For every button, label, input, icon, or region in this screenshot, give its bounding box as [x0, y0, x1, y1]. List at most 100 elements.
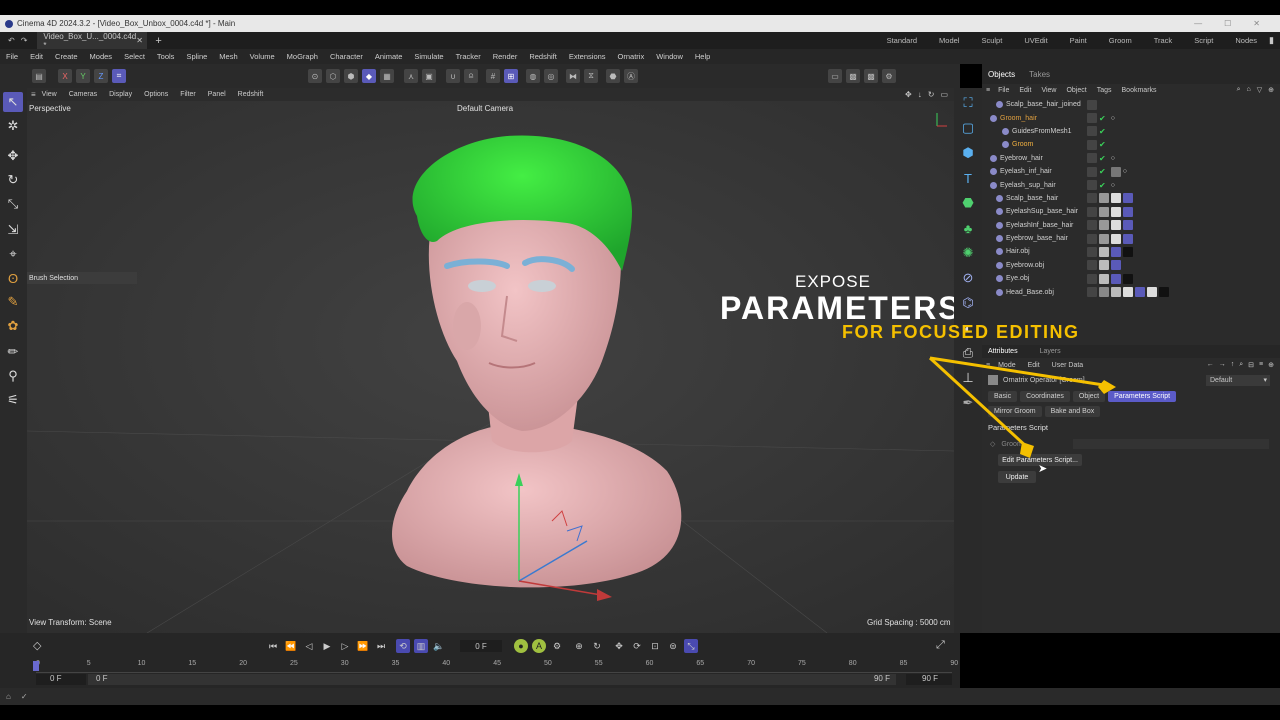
tab-close-icon[interactable]: ✕	[136, 36, 143, 45]
tag-icon[interactable]	[1087, 246, 1097, 257]
render-settings-icon[interactable]: ⚙	[882, 69, 896, 83]
layout-tab-paint[interactable]: Paint	[1070, 36, 1087, 45]
tag-icon[interactable]	[1087, 99, 1097, 110]
edges-mode-icon[interactable]: ⬡	[326, 69, 340, 83]
select-tool-icon[interactable]: ↖	[3, 92, 23, 112]
soft-selection-icon[interactable]: ▣	[422, 69, 436, 83]
timeline-expand-icon[interactable]: ⤢	[936, 639, 945, 652]
visibility-dot-icon[interactable]: ○	[1111, 182, 1115, 189]
tag-icon[interactable]	[1087, 260, 1097, 271]
rotation-key-icon[interactable]: ↻	[590, 639, 604, 653]
scene-icon[interactable]: ⌬	[958, 293, 978, 313]
back-icon[interactable]: ←	[1207, 361, 1214, 369]
menu-character[interactable]: Character	[330, 52, 363, 61]
object-row[interactable]: Groom_hair ✔ ○	[982, 111, 1280, 124]
brush-tool-icon[interactable]: ✲	[3, 116, 23, 136]
tag-icon[interactable]	[1099, 233, 1109, 244]
groom-field-input[interactable]	[1072, 439, 1269, 449]
tag-icon[interactable]	[1111, 220, 1121, 231]
viewport-menu-icon[interactable]: ≡	[31, 90, 36, 99]
enabled-check-icon[interactable]: ✔	[1099, 127, 1106, 136]
tag-icon[interactable]	[1087, 273, 1097, 284]
camera-object-icon[interactable]: ⛶	[958, 93, 978, 113]
axis-y-button[interactable]: Y	[76, 69, 90, 83]
material-tool-icon[interactable]: ✿	[3, 316, 23, 336]
object-row[interactable]: Eyelash_sup_hair ✔ ○	[982, 178, 1280, 191]
knife-tool-icon[interactable]: ⚟	[3, 390, 23, 410]
undo-history-icon[interactable]: ▤	[32, 69, 46, 83]
menu-render[interactable]: Render	[493, 52, 518, 61]
tag-icon[interactable]	[1111, 206, 1121, 217]
layout-tab-nodes[interactable]: Nodes	[1235, 36, 1257, 45]
tag-icon[interactable]: ⊥	[958, 368, 978, 388]
objects-menu-file[interactable]: File	[998, 87, 1009, 94]
render-queue-icon[interactable]: ▩	[864, 69, 878, 83]
menu-simulate[interactable]: Simulate	[414, 52, 443, 61]
tag-icon[interactable]	[1111, 233, 1121, 244]
cube-object-icon[interactable]: ⬢	[958, 143, 978, 163]
tag-icon[interactable]	[1099, 206, 1109, 217]
menu-tools[interactable]: Tools	[157, 52, 175, 61]
scale-tool-icon[interactable]: ⤡	[3, 194, 23, 214]
move-tool-icon[interactable]: ✥	[3, 146, 23, 166]
menu-select[interactable]: Select	[124, 52, 145, 61]
visibility-dot-icon[interactable]: ○	[1111, 155, 1115, 162]
layout-tab-track[interactable]: Track	[1154, 36, 1172, 45]
tab-objects[interactable]: Objects	[988, 70, 1015, 79]
preview-range-icon[interactable]: ▥	[414, 639, 428, 653]
playhead-icon[interactable]	[33, 661, 39, 671]
objects-menu-edit[interactable]: Edit	[1019, 87, 1031, 94]
render-icon[interactable]: ⎙	[958, 343, 978, 363]
keyframe-icon[interactable]: ◇	[33, 639, 41, 652]
home-icon[interactable]: ⌂	[1247, 86, 1251, 94]
lock-attr-icon[interactable]: ⊟	[1248, 361, 1254, 369]
viewport-menu-display[interactable]: Display	[109, 91, 132, 98]
viewport-menu-options[interactable]: Options	[144, 91, 168, 98]
preview-range-bar[interactable]: 0 F 90 F	[88, 674, 896, 685]
tag-icon[interactable]	[1110, 166, 1121, 177]
tab-takes[interactable]: Takes	[1029, 70, 1050, 79]
field-icon[interactable]: ⊘	[958, 268, 978, 288]
menu-mograph[interactable]: MoGraph	[287, 52, 318, 61]
preset-dropdown[interactable]: Default ▾	[1206, 374, 1270, 386]
move-key-icon[interactable]: ✥	[612, 639, 626, 653]
object-row[interactable]: Scalp_base_hair	[982, 192, 1280, 205]
guides-icon[interactable]: ⧖	[584, 69, 598, 83]
subtab-bake-and-box[interactable]: Bake and Box	[1044, 406, 1101, 417]
layout-menu-icon[interactable]: ▮	[1269, 35, 1274, 46]
coordinate-system-icon[interactable]: ⌗	[112, 69, 126, 83]
attr-search-icon[interactable]: ⌕	[1239, 361, 1243, 369]
enabled-check-icon[interactable]: ✔	[1099, 140, 1106, 149]
menu-animate[interactable]: Animate	[375, 52, 403, 61]
next-key-icon[interactable]: ⏩	[356, 639, 370, 653]
undo-icon[interactable]: ↶	[8, 36, 15, 45]
target-icon[interactable]: ◎	[544, 69, 558, 83]
attr-filter-icon[interactable]: ≡	[1259, 361, 1263, 369]
tag-icon[interactable]	[1087, 233, 1097, 244]
tag-icon[interactable]	[1087, 139, 1097, 150]
menu-help[interactable]: Help	[695, 52, 710, 61]
polygons-mode-icon[interactable]: ⬢	[344, 69, 358, 83]
tag-icon[interactable]	[1111, 287, 1121, 298]
subtab-object[interactable]: Object	[1072, 391, 1106, 402]
filter-icon[interactable]: ▽	[1257, 86, 1262, 94]
brush-selection-panel[interactable]: Brush Selection	[27, 272, 137, 284]
deformer-icon[interactable]: ✺	[958, 243, 978, 263]
go-to-end-icon[interactable]: ⏭	[374, 639, 388, 653]
lock-icon[interactable]: ◍	[526, 69, 540, 83]
layout-tab-model[interactable]: Model	[939, 36, 959, 45]
interpolation-icon[interactable]: ⤡	[684, 639, 698, 653]
new-tab-icon[interactable]: +	[155, 35, 161, 47]
object-row[interactable]: Eyebrow_base_hair	[982, 232, 1280, 245]
play-icon[interactable]: ▶	[320, 639, 334, 653]
keyframe-diamond-icon[interactable]: ◇	[990, 440, 995, 448]
lasso-tool-icon[interactable]: ʘ	[3, 268, 23, 288]
model-mode-icon[interactable]: ◆	[362, 69, 376, 83]
end-frame-field[interactable]: 90 F	[906, 674, 952, 685]
layout-tab-sculpt[interactable]: Sculpt	[981, 36, 1002, 45]
pan-icon[interactable]: ✥	[905, 90, 912, 99]
object-row[interactable]: Eyebrow.obj	[982, 259, 1280, 272]
new-view-icon[interactable]: ⊕	[1268, 86, 1274, 94]
transform-tool-icon[interactable]: ⇲	[3, 220, 23, 240]
subtab-basic[interactable]: Basic	[988, 391, 1018, 402]
